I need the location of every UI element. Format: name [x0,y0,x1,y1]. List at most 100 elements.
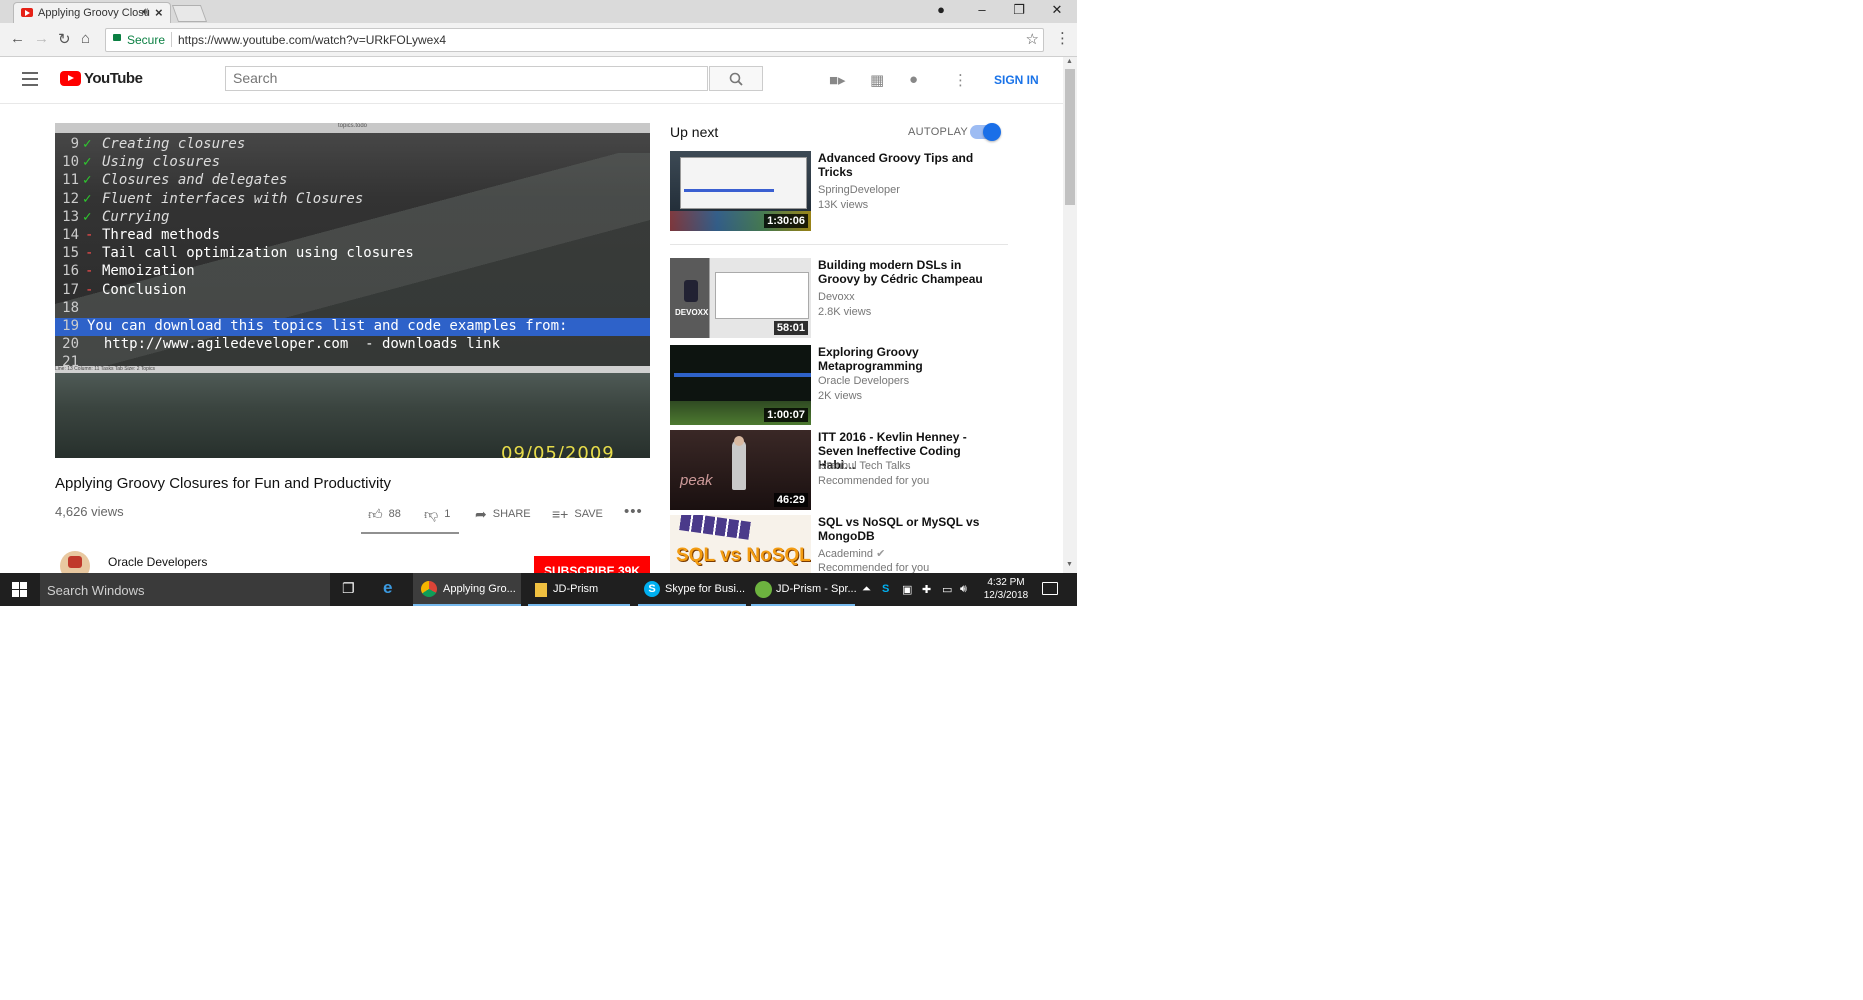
tray-printer-icon[interactable]: ▣ [902,583,912,596]
toggle-knob[interactable] [983,123,1001,141]
dislike-count: 1 [444,508,451,520]
close-window-icon[interactable]: ✕ [1047,2,1067,18]
browser-menu-icon[interactable]: ⋮ [1055,29,1070,47]
tray-volume-icon[interactable]: 🔊︎ [960,583,967,596]
browser-titlebar: Applying Groovy Closures for Fun and Pro… [0,0,1077,24]
tray-security-icon[interactable]: ✚ [922,583,931,596]
action-center-icon[interactable] [1042,582,1058,595]
browser-tab[interactable]: Applying Groovy Closures for Fun and Pro… [13,2,171,24]
search-box[interactable] [225,66,708,91]
tab-close-icon[interactable]: × [155,5,163,20]
search-button[interactable] [709,66,763,91]
scrollbar-thumb[interactable] [1065,69,1075,205]
taskbar-item-skype[interactable]: S Skype for Busi... [638,573,746,606]
tray-display-icon[interactable]: ▭ [942,583,952,596]
code-text: Memoization [102,263,195,280]
taskbar-item-chrome[interactable]: Applying Gro... [413,573,521,606]
address-bar[interactable]: Secure https://www.youtube.com/watch?v=U… [105,28,1044,52]
recommendation-title[interactable]: Advanced Groovy Tips and Tricks [818,151,998,179]
recommendation-title[interactable]: SQL vs NoSQL or MySQL vs MongoDB [818,515,998,543]
url-text[interactable]: https://www.youtube.com/watch?v=URkFOLyw… [178,33,446,47]
video-thumbnail[interactable]: DEVOXX 58:01 [670,258,811,338]
tray-skype-icon[interactable]: S [882,583,889,595]
messages-icon[interactable]: ● [909,71,918,88]
recommendation-title[interactable]: Building modern DSLs in Groovy by Cédric… [818,258,998,286]
recommendation-channel: Oracle Developers [818,375,910,387]
recommendation-item[interactable]: DEVOXX 58:01 Building modern DSLs in Gro… [670,258,1010,338]
scroll-up-icon[interactable]: ▲ [1066,58,1073,65]
task-view-icon[interactable]: ❐ [342,580,355,597]
code-line: 9 ✓ Creating closures [55,136,650,154]
youtube-header: YouTube ■▸ ▦ ● ⋮ SIGN IN [0,57,1063,104]
taskbar-item-folder[interactable]: JD-Prism [528,573,630,606]
checkmark-icon: ✓ [83,190,92,207]
video-thumbnail[interactable]: 1:00:07 [670,345,811,425]
autoplay-label: AUTOPLAY [908,126,969,138]
clock-time: 4:32 PM [987,577,1025,588]
restore-icon[interactable]: ❐ [1009,2,1029,18]
upload-video-icon[interactable]: ■▸ [829,71,846,89]
share-icon: ➦ [475,506,487,522]
editor-titlebar: topics.todo [55,123,650,133]
taskbar-search-placeholder: Search Windows [47,583,145,598]
line-number: 15 [62,245,79,262]
video-player[interactable]: topics.todo 9 ✓ Creating closures 10 ✓ Using … [55,123,650,458]
checkmark-icon: ✓ [83,208,92,225]
checkmark-icon: ✓ [83,136,92,152]
pending-dash-icon: - [85,281,94,298]
recommendation-item[interactable]: peak 46:29 ITT 2016 - Kevlin Henney - Se… [670,430,1010,510]
active-indicator [638,604,746,606]
page-scrollbar[interactable]: ▲ ▼ [1063,57,1077,573]
like-button[interactable]: 👍︎ 88 [368,506,401,523]
line-number: 13 [62,208,79,225]
date-stamp: 09/05/2009 [501,443,615,458]
taskbar-item-spring[interactable]: JD-Prism - Spr... [751,573,857,606]
share-label: SHARE [492,508,531,520]
save-button[interactable]: ≡+ SAVE [552,506,603,522]
new-tab-button[interactable] [171,5,208,22]
apps-grid-icon[interactable]: ▦ [870,71,884,89]
tray-network-icon[interactable]: ⏶ [862,583,871,596]
code-line: 20 http://www.agiledeveloper.com - downl… [55,336,650,354]
like-count: 88 [388,508,401,520]
active-indicator [751,604,855,606]
internet-explorer-icon[interactable]: e [383,578,392,598]
speaker-icon[interactable]: 🔊︎ [142,6,149,19]
minimize-icon[interactable]: – [972,2,992,17]
search-input[interactable] [226,67,700,89]
bookmark-star-icon[interactable]: ☆ [1026,30,1039,48]
sign-in-button[interactable]: SIGN IN [994,73,1039,87]
dislike-button[interactable]: 👎︎ 1 [424,506,450,523]
recommendation-item[interactable]: 1:00:07 Exploring Groovy Metaprogramming… [670,345,1010,425]
reload-icon[interactable]: ↻ [58,30,71,48]
youtube-logo-text[interactable]: YouTube [84,70,143,87]
scroll-down-icon[interactable]: ▼ [1066,561,1073,568]
video-thumbnail[interactable]: 1:30:06 [670,151,811,231]
video-thumbnail[interactable]: peak 46:29 [670,430,811,510]
taskbar-search-box[interactable]: Search Windows [40,573,330,606]
back-icon[interactable]: ← [10,30,25,47]
video-frame-editor: topics.todo 9 ✓ Creating closures 10 ✓ Using … [55,123,650,373]
pending-dash-icon: - [85,227,94,243]
more-actions-icon[interactable]: ••• [624,503,643,520]
recommendation-item[interactable]: 1:30:06 Advanced Groovy Tips and Tricks … [670,151,1010,231]
settings-dots-icon[interactable]: ⋮ [953,71,968,89]
profile-icon[interactable]: ● [931,2,951,17]
youtube-logo-icon[interactable] [60,71,81,86]
search-icon [729,72,743,86]
windows-start-icon[interactable] [12,582,27,597]
share-button[interactable]: ➦ SHARE [475,506,531,523]
autoplay-toggle[interactable] [970,123,1001,141]
home-icon[interactable]: ⌂ [81,30,90,47]
code-text: You can download this topics list and co… [87,318,568,334]
hamburger-menu-icon[interactable] [22,72,38,90]
taskbar-clock[interactable]: 4:32 PM 12/3/2018 [976,576,1036,602]
forward-icon[interactable]: → [34,30,49,47]
code-text: Tail call optimization using closures [102,245,414,262]
view-count: 4,626 views [55,504,124,519]
code-text: Conclusion [102,281,187,298]
save-label: SAVE [574,508,603,520]
active-indicator [413,604,521,606]
recommendation-title[interactable]: Exploring Groovy Metaprogramming [818,345,938,373]
channel-name[interactable]: Oracle Developers [108,555,207,569]
